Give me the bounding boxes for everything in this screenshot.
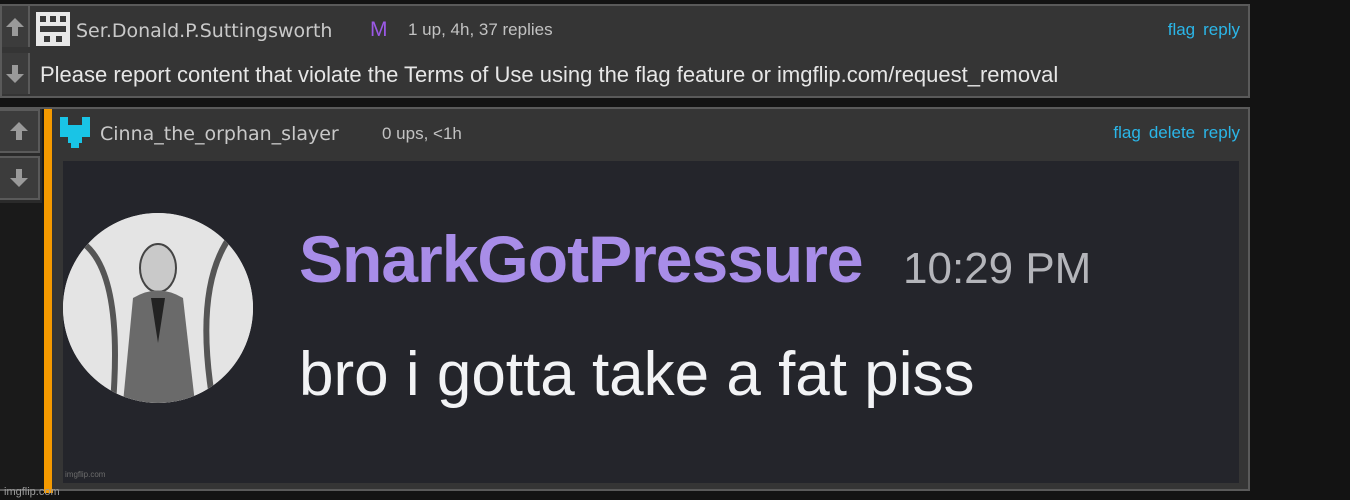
reply-link[interactable]: reply [1203,20,1240,40]
username-link[interactable]: Ser.Donald.P.Suttingsworth [76,20,332,42]
arrow-down-icon [10,169,28,187]
downvote-button[interactable] [2,53,30,94]
comment-actions: flag reply [1168,20,1240,40]
mod-badge: M [370,18,388,41]
image-watermark: imgflip.com [65,470,106,479]
username-link[interactable]: Cinna_the_orphan_slayer [100,123,339,145]
discord-avatar [63,213,253,403]
comment-image[interactable]: SnarkGotPressure 10:29 PM bro i gotta ta… [63,161,1239,483]
comment-actions: flag delete reply [1113,123,1240,143]
upvote-button[interactable] [0,109,40,153]
arrow-up-icon [6,17,24,36]
user-avatar-icon[interactable] [36,12,70,46]
comment-meta: 1 up, 4h, 37 replies [408,20,553,39]
flag-link[interactable]: flag [1168,20,1195,40]
downvote-button[interactable] [0,156,40,200]
flag-link[interactable]: flag [1113,123,1140,143]
arrow-down-icon [6,64,24,83]
comment-meta: 0 ups, <1h [382,124,462,143]
discord-username: SnarkGotPressure [299,222,864,296]
sketch-figure-icon [63,213,253,403]
upvote-button[interactable] [2,6,30,47]
arrow-up-icon [10,122,28,140]
comment-text: Please report content that violate the T… [40,62,1059,87]
reply-link[interactable]: reply [1203,123,1240,143]
user-avatar-icon[interactable] [58,115,92,149]
delete-link[interactable]: delete [1149,123,1195,143]
reply-body: Cinna_the_orphan_slayer 0 ups, <1h flag … [52,109,1248,489]
reply-comment: Cinna_the_orphan_slayer 0 ups, <1h flag … [0,107,1250,493]
page-watermark: imgflip.com [4,486,60,498]
discord-message: bro i gotta take a fat piss [299,340,975,409]
discord-timestamp: 10:29 PM [903,244,1092,293]
comment: Ser.Donald.P.Suttingsworth M 1 up, 4h, 3… [0,4,1250,98]
